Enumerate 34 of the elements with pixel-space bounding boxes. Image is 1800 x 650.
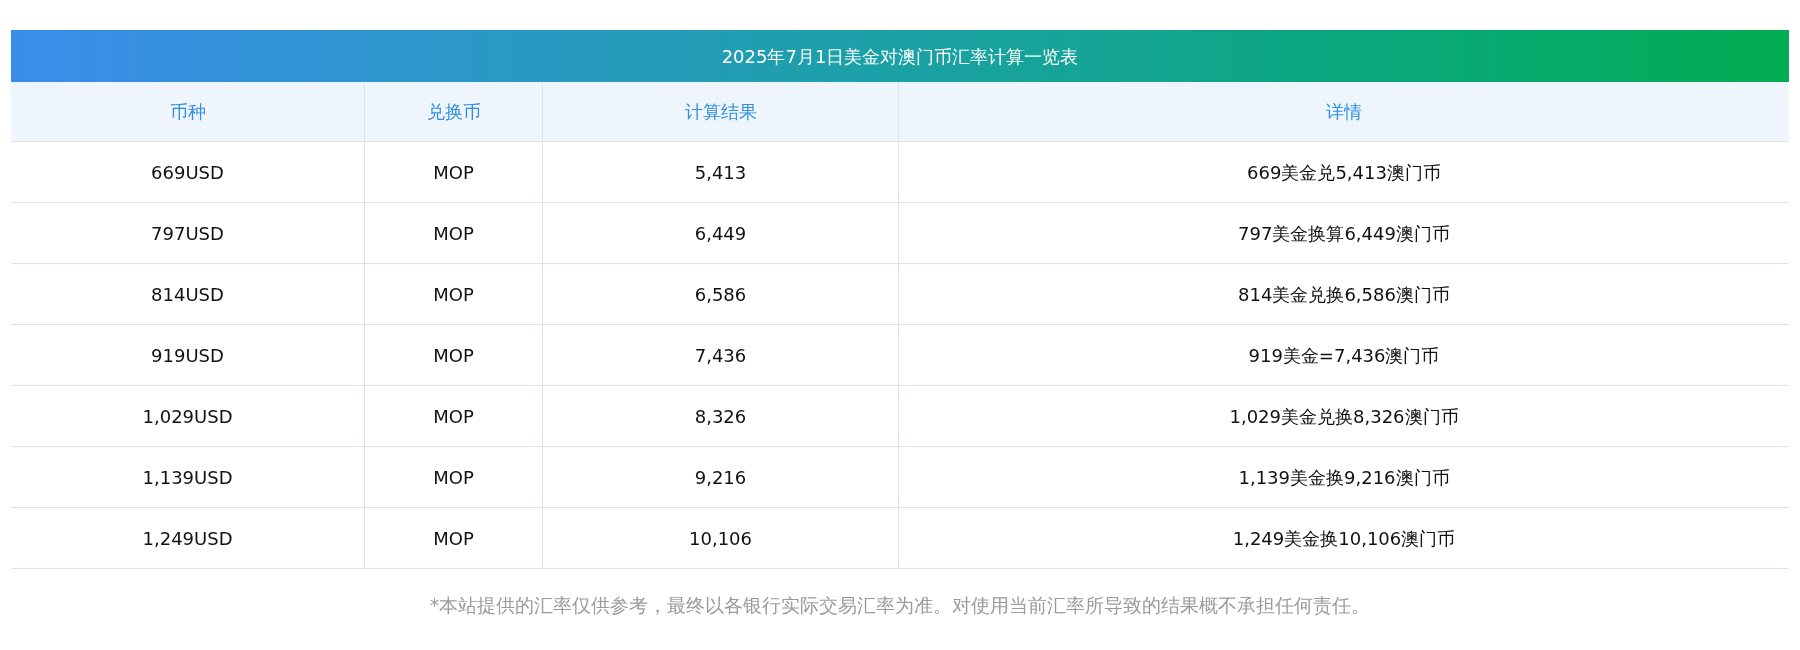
table-cell: MOP [365, 203, 543, 263]
column-header: 兑换币 [365, 82, 543, 141]
table-cell: 669USD [11, 142, 365, 202]
table-cell: MOP [365, 447, 543, 507]
table-cell: 1,029USD [11, 386, 365, 446]
table-cell-text: 797美金换算6,449澳门币 [1237, 221, 1451, 246]
table-cell: MOP [365, 264, 543, 324]
table-cell: 7,436 [543, 325, 899, 385]
table-cell-text: 669美金兑5,413澳门币 [1246, 160, 1442, 185]
table-cell: 8,326 [543, 386, 899, 446]
table-cell: MOP [365, 142, 543, 202]
table-cell: 1,139USD [11, 447, 365, 507]
table-cell: 6,586 [543, 264, 899, 324]
disclaimer-text: *本站提供的汇率仅供参考，最终以各银行实际交易汇率为准。对使用当前汇率所导致的结果概不承担任何责任。 [428, 593, 1372, 618]
table-cell: 10,106 [543, 508, 899, 568]
table-title-bar: 2025年7月1日美金对澳门币汇率计算一览表 [11, 30, 1789, 82]
table-cell: 797USD [11, 203, 365, 263]
table-cell-text: 919美金=7,436澳门币 [1247, 343, 1441, 368]
column-header: 币种 [11, 82, 365, 141]
table-cell: MOP [365, 325, 543, 385]
column-header: 详情 [1325, 100, 1363, 124]
table-cell-text: 814美金兑换6,586澳门币 [1237, 282, 1451, 307]
table-cell: 6,449 [543, 203, 899, 263]
table-cell: 5,413 [543, 142, 899, 202]
table-cell-text: 1,249美金换10,106澳门币 [1231, 526, 1457, 551]
table-cell: 9,216 [543, 447, 899, 507]
table-cell: 814USD [11, 264, 365, 324]
table-cell: MOP [365, 386, 543, 446]
table-cell-text: 1,029美金兑换8,326澳门币 [1228, 404, 1460, 429]
table-cell-text: 1,139美金换9,216澳门币 [1237, 465, 1451, 490]
table-cell: 919USD [11, 325, 365, 385]
column-header: 计算结果 [543, 82, 899, 141]
table-cell: MOP [365, 508, 543, 568]
table-cell: 1,249USD [11, 508, 365, 568]
